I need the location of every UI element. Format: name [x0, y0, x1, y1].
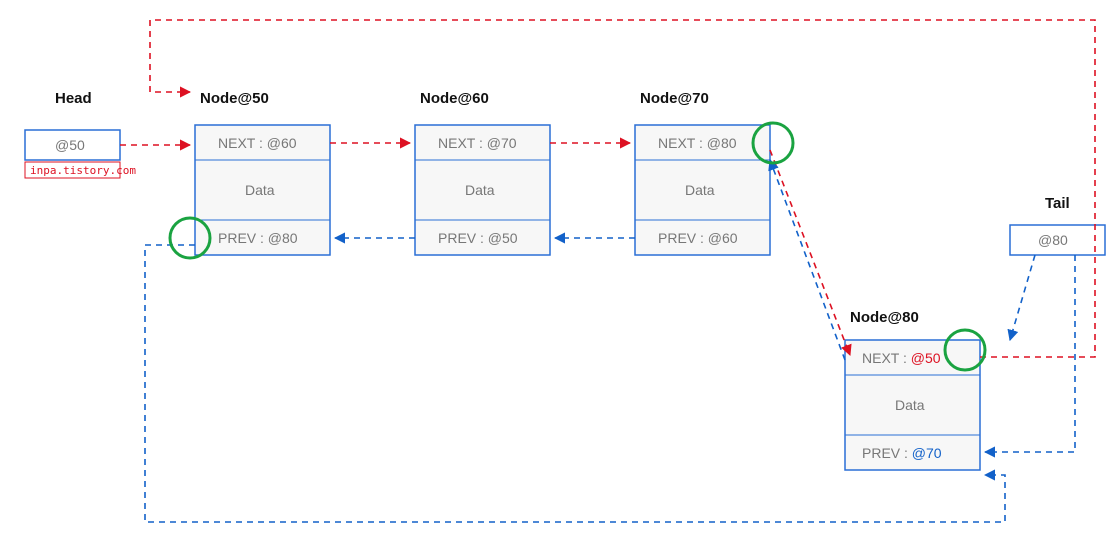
tail-value: @80	[1038, 232, 1068, 248]
node60-data: Data	[465, 182, 495, 198]
node80-data: Data	[895, 397, 925, 413]
node70-prev: PREV : @60	[658, 230, 738, 246]
node50-prev: PREV : @80	[218, 230, 298, 246]
linked-list-diagram: Head @50 inpa.tistory.com Node@50 NEXT :…	[0, 0, 1116, 545]
node60-prev: PREV : @50	[438, 230, 518, 246]
head-label: Head	[55, 90, 92, 107]
node70-data: Data	[685, 182, 715, 198]
node70-next: NEXT : @80	[658, 135, 737, 151]
node50-next: NEXT : @60	[218, 135, 297, 151]
node50-data: Data	[245, 182, 275, 198]
tail-label: Tail	[1045, 195, 1070, 212]
node80-prev: PREV : @70	[862, 445, 942, 461]
arrow-80-prev-to-70-diag	[770, 160, 845, 360]
node60-title: Node@60	[420, 90, 489, 107]
node50-title: Node@50	[200, 90, 269, 107]
arrow-tail-to-80-right	[985, 255, 1075, 452]
node80-title: Node@80	[850, 309, 919, 326]
node80-next: NEXT : @50	[862, 350, 941, 366]
node70-title: Node@70	[640, 90, 709, 107]
watermark-text: inpa.tistory.com	[30, 164, 136, 177]
node60-next: NEXT : @70	[438, 135, 517, 151]
arrow-70-to-80	[770, 150, 850, 355]
arrow-tail-to-80-left	[1010, 255, 1035, 340]
head-value: @50	[55, 137, 85, 153]
